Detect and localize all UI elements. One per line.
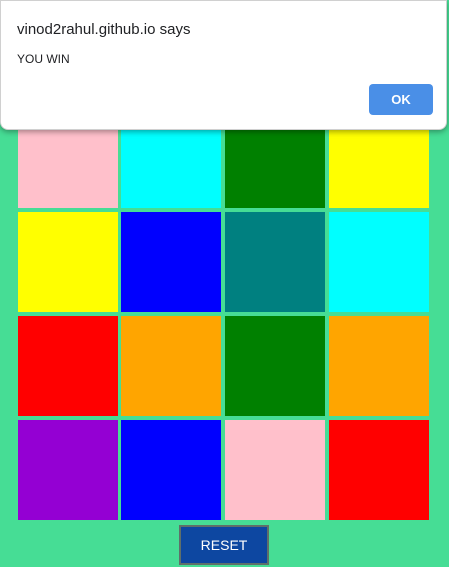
dialog-message: YOU WIN — [17, 52, 70, 66]
tile-r4-c3[interactable] — [225, 420, 325, 520]
tile-r3-c4[interactable] — [329, 316, 429, 416]
tile-r3-c3[interactable] — [225, 316, 325, 416]
alert-dialog: vinod2rahul.github.io says YOU WIN OK — [0, 0, 447, 130]
tile-r2-c1[interactable] — [18, 212, 118, 312]
dialog-title: vinod2rahul.github.io says — [17, 21, 191, 38]
game-board — [18, 108, 430, 522]
tile-r2-c4[interactable] — [329, 212, 429, 312]
tile-r3-c1[interactable] — [18, 316, 118, 416]
ok-button[interactable]: OK — [369, 84, 433, 115]
reset-button[interactable]: RESET — [179, 525, 269, 565]
tile-r4-c4[interactable] — [329, 420, 429, 520]
tile-r2-c2[interactable] — [121, 212, 221, 312]
tile-r3-c2[interactable] — [121, 316, 221, 416]
tile-r2-c3[interactable] — [225, 212, 325, 312]
tile-r4-c1[interactable] — [18, 420, 118, 520]
tile-r4-c2[interactable] — [121, 420, 221, 520]
